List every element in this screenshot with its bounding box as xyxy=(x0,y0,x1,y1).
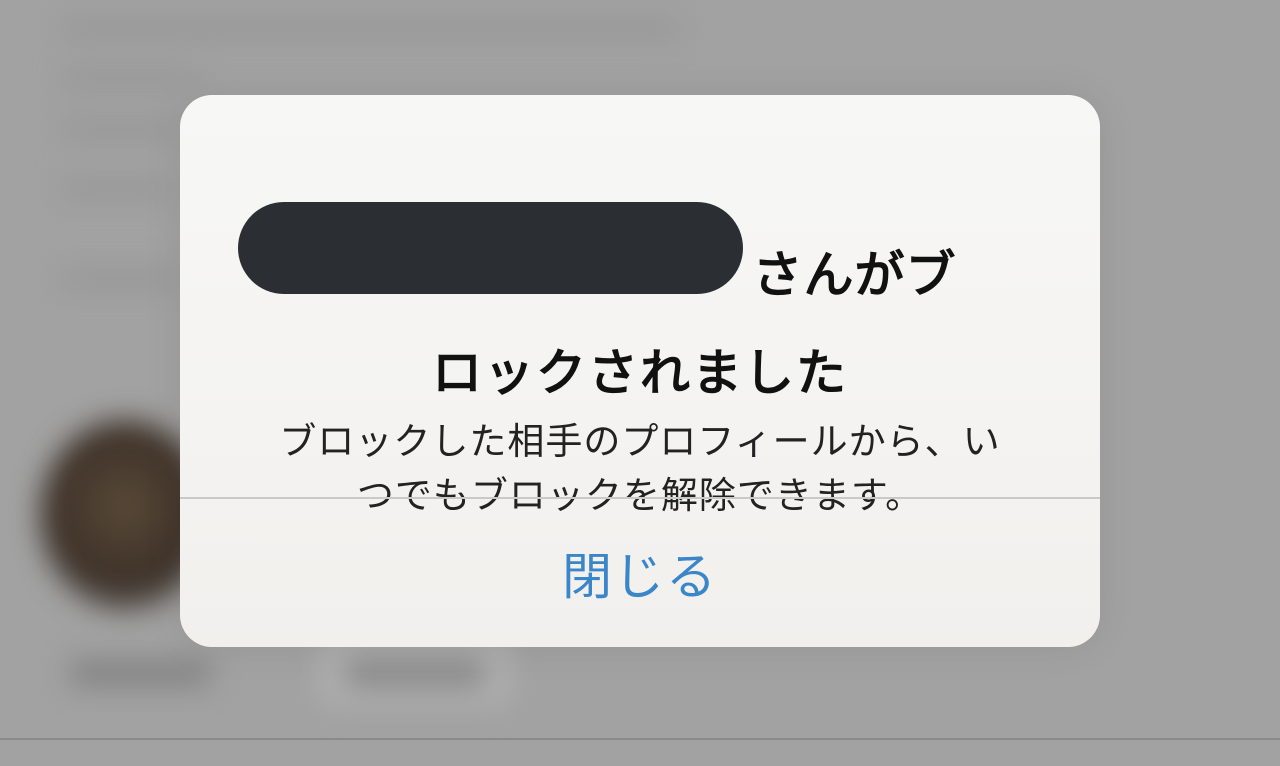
alert-title-line2: ロックされました xyxy=(432,344,848,402)
alert-message-line1: ブロックした相手のプロフィールから、い xyxy=(279,420,1001,463)
block-alert-dialog: さんがブ ロックされました ブロックした相手のプロフィールから、い つでもブロッ… xyxy=(180,95,1100,647)
alert-title-suffix: さんがブ xyxy=(752,246,957,304)
background-text-line xyxy=(60,120,180,138)
background-text-line xyxy=(60,20,680,38)
alert-content: さんがブ ロックされました ブロックした相手のプロフィールから、い つでもブロッ… xyxy=(180,95,1100,517)
close-button[interactable]: 閉じる xyxy=(180,499,1100,647)
background-label xyxy=(70,660,210,686)
redacted-username xyxy=(237,201,743,294)
background-text-line xyxy=(60,70,200,88)
alert-title-line1: さんがブ xyxy=(180,201,1100,307)
background-text-line xyxy=(60,270,180,288)
background-divider xyxy=(0,738,1280,740)
background-label xyxy=(345,660,485,686)
background-text-line xyxy=(60,180,170,198)
